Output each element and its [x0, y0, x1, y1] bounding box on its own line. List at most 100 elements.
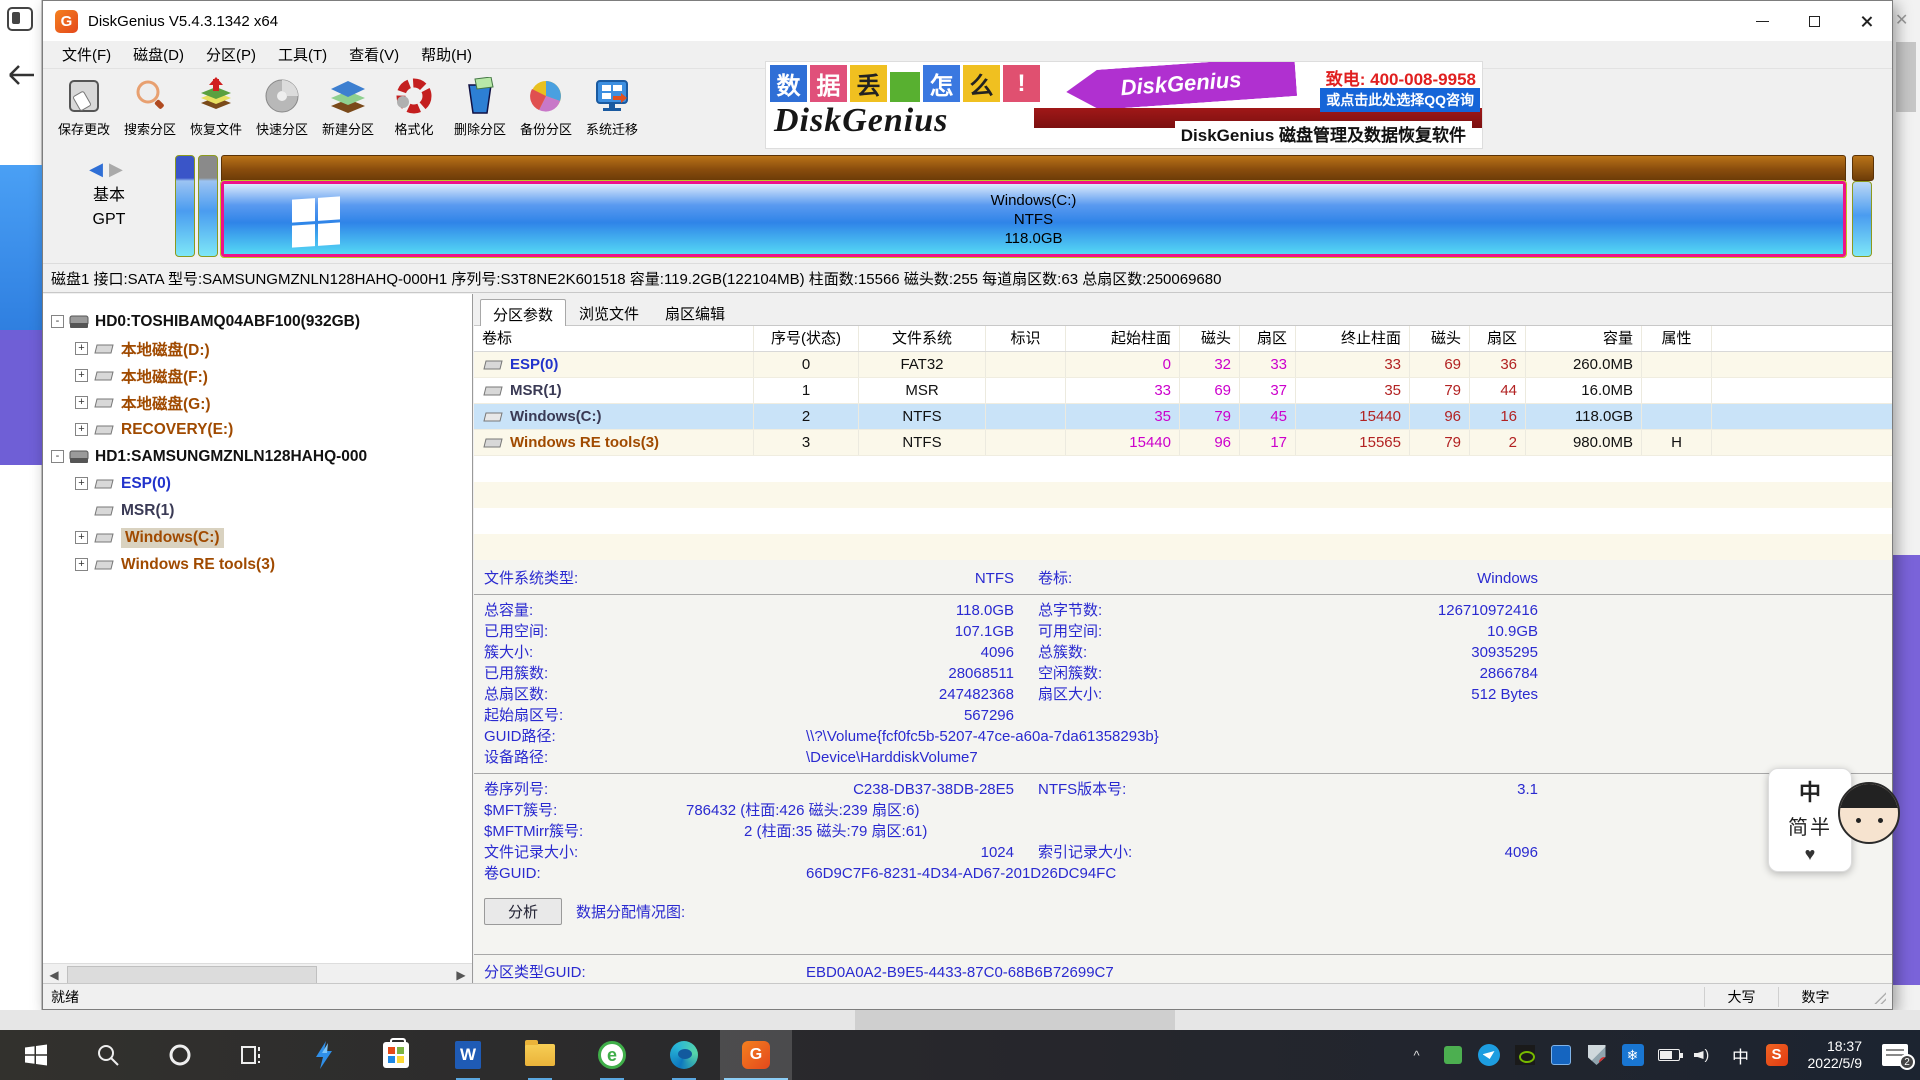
partition-block-re-tools[interactable]	[1852, 181, 1872, 257]
maximize-button[interactable]	[1788, 1, 1840, 41]
defender-icon[interactable]: ✕	[1586, 1044, 1608, 1066]
tree-item-recovery-e[interactable]: + RECOVERY(E:)	[43, 416, 472, 443]
expand-icon[interactable]: +	[75, 423, 88, 436]
disk-type-label: 基本 GPT	[43, 184, 175, 232]
sogou-icon[interactable]: S	[1766, 1044, 1788, 1066]
ie-browser-button[interactable]: e	[576, 1030, 648, 1080]
layers-icon	[328, 75, 368, 117]
scroll-right-arrow[interactable]: ▶	[450, 964, 472, 985]
expand-icon[interactable]: +	[75, 477, 88, 490]
scrollbar-thumb[interactable]	[67, 966, 317, 984]
save-changes-button[interactable]: 保存更改	[51, 75, 117, 147]
search-button[interactable]	[72, 1030, 144, 1080]
ime-indicator[interactable]: 中	[1730, 1044, 1752, 1066]
partition-icon	[93, 505, 115, 517]
tab-sector-edit[interactable]: 扇区编辑	[652, 298, 738, 325]
volume-details: 文件系统类型:NTFS卷标:Windows 总容量:118.0GB总字节数:12…	[474, 560, 1892, 980]
menu-view[interactable]: 查看(V)	[340, 41, 408, 68]
tree-item-windows-c[interactable]: + Windows(C:)	[43, 524, 472, 551]
tree-item-hd1[interactable]: - HD1:SAMSUNGMZNLN128HAHQ-000	[43, 443, 472, 470]
battery-icon[interactable]	[1658, 1044, 1680, 1066]
tab-icon[interactable]	[7, 7, 33, 31]
menu-partition[interactable]: 分区(P)	[197, 41, 265, 68]
partition-icon	[482, 385, 504, 397]
recover-files-icon	[196, 75, 236, 117]
table-row-windows-c-selected[interactable]: Windows(C:) 2 NTFS 35 79 45 15440 96 16 …	[474, 404, 1892, 430]
analyze-button[interactable]: 分析	[484, 898, 562, 925]
app-flash-button[interactable]	[288, 1030, 360, 1080]
collapse-icon[interactable]: -	[51, 450, 64, 463]
format-button[interactable]: 格式化	[381, 75, 447, 147]
file-explorer-button[interactable]	[504, 1030, 576, 1080]
search-icon	[130, 75, 170, 117]
ad-tiles: 数 据 丢 怎 么 !	[770, 65, 1040, 102]
scroll-left-arrow[interactable]: ◀	[43, 964, 65, 985]
resize-grip[interactable]	[1852, 984, 1892, 1009]
intel-graphics-icon[interactable]	[1550, 1044, 1572, 1066]
tree-item-local-f[interactable]: + 本地磁盘(F:)	[43, 362, 472, 389]
menu-tools[interactable]: 工具(T)	[269, 41, 336, 68]
table-row-esp[interactable]: ESP(0) 0 FAT32 0 32 33 33 69 36 260.0MB	[474, 352, 1892, 378]
background-close-icon[interactable]: ✕	[1895, 10, 1908, 30]
start-button[interactable]	[0, 1030, 72, 1080]
minimize-button[interactable]	[1736, 1, 1788, 41]
tray-green-app-icon[interactable]	[1442, 1044, 1464, 1066]
collapse-icon[interactable]: -	[51, 315, 64, 328]
search-partition-button[interactable]: 搜索分区	[117, 75, 183, 147]
prev-disk-arrow[interactable]: ◀	[89, 159, 109, 179]
ime-floating-widget[interactable]: 中 简半 ♥	[1768, 768, 1918, 878]
delete-partition-button[interactable]: 删除分区	[447, 75, 513, 147]
new-partition-button[interactable]: 新建分区	[315, 75, 381, 147]
volume-icon[interactable]	[1694, 1044, 1716, 1066]
tree-horizontal-scrollbar[interactable]: ◀ ▶	[43, 963, 472, 985]
partition-block-msr[interactable]	[198, 155, 218, 257]
tab-browse-files[interactable]: 浏览文件	[566, 298, 652, 325]
menu-file[interactable]: 文件(F)	[53, 41, 120, 68]
background-scrollbar-thumb[interactable]	[1896, 42, 1916, 112]
table-row-msr[interactable]: MSR(1) 1 MSR 33 69 37 35 79 44 16.0MB	[474, 378, 1892, 404]
task-view-button[interactable]	[216, 1030, 288, 1080]
back-arrow-icon[interactable]	[6, 62, 36, 88]
tree-item-local-d[interactable]: + 本地磁盘(D:)	[43, 335, 472, 362]
partition-block-esp[interactable]	[175, 155, 195, 257]
hidden-icons-chevron[interactable]: ^	[1406, 1044, 1428, 1066]
word-button[interactable]: W	[432, 1030, 504, 1080]
expand-icon[interactable]: +	[75, 369, 88, 382]
quick-partition-button[interactable]: 快速分区	[249, 75, 315, 147]
system-migration-button[interactable]: 系统迁移	[579, 75, 645, 147]
microsoft-store-button[interactable]	[360, 1030, 432, 1080]
ad-qq-link[interactable]: 或点击此处选择QQ咨询	[1320, 88, 1480, 112]
menu-help[interactable]: 帮助(H)	[412, 41, 481, 68]
taskbar-clock[interactable]: 18:37 2022/5/9	[1802, 1038, 1869, 1072]
diskgenius-window: G DiskGenius V5.4.3.1342 x64 文件(F) 磁盘(D)…	[42, 0, 1893, 1010]
table-row-windows-re[interactable]: Windows RE tools(3) 3 NTFS 15440 96 17 1…	[474, 430, 1892, 456]
cortana-button[interactable]	[144, 1030, 216, 1080]
snowflake-app-icon[interactable]: ❄	[1622, 1044, 1644, 1066]
expand-icon[interactable]: +	[75, 531, 88, 544]
ad-phone: 致电: 400-008-9958	[1326, 65, 1476, 90]
ad-tile	[890, 72, 920, 102]
diskgenius-taskbar-button[interactable]: G	[720, 1030, 792, 1080]
close-button[interactable]	[1840, 1, 1892, 41]
partition-label: Windows(C:) NTFS 118.0GB	[991, 191, 1077, 248]
tray-messenger-icon[interactable]	[1478, 1044, 1500, 1066]
ad-banner[interactable]: 数 据 丢 怎 么 ! DiskGenius DiskGenius 致电: 40…	[765, 61, 1483, 149]
edge-button[interactable]	[648, 1030, 720, 1080]
recover-files-button[interactable]: 恢复文件	[183, 75, 249, 147]
tree-item-hd0[interactable]: - HD0:TOSHIBAMQ04ABF100(932GB)	[43, 308, 472, 335]
partition-block-windows-c[interactable]: Windows(C:) NTFS 118.0GB	[221, 181, 1846, 257]
notification-center-icon[interactable]: 2	[1882, 1044, 1908, 1066]
tree-item-windows-re[interactable]: + Windows RE tools(3)	[43, 551, 472, 578]
menu-disk[interactable]: 磁盘(D)	[124, 41, 193, 68]
tree-item-esp[interactable]: + ESP(0)	[43, 470, 472, 497]
backup-partition-button[interactable]: 备份分区	[513, 75, 579, 147]
expand-icon[interactable]: +	[75, 342, 88, 355]
tree-item-msr[interactable]: MSR(1)	[43, 497, 472, 524]
tab-partition-params[interactable]: 分区参数	[480, 299, 566, 326]
expand-icon[interactable]: +	[75, 558, 88, 571]
expand-icon[interactable]: +	[75, 396, 88, 409]
nvidia-icon[interactable]	[1514, 1044, 1536, 1066]
next-disk-arrow[interactable]: ▶	[109, 159, 129, 179]
tree-item-local-g[interactable]: + 本地磁盘(G:)	[43, 389, 472, 416]
search-icon	[96, 1043, 120, 1067]
